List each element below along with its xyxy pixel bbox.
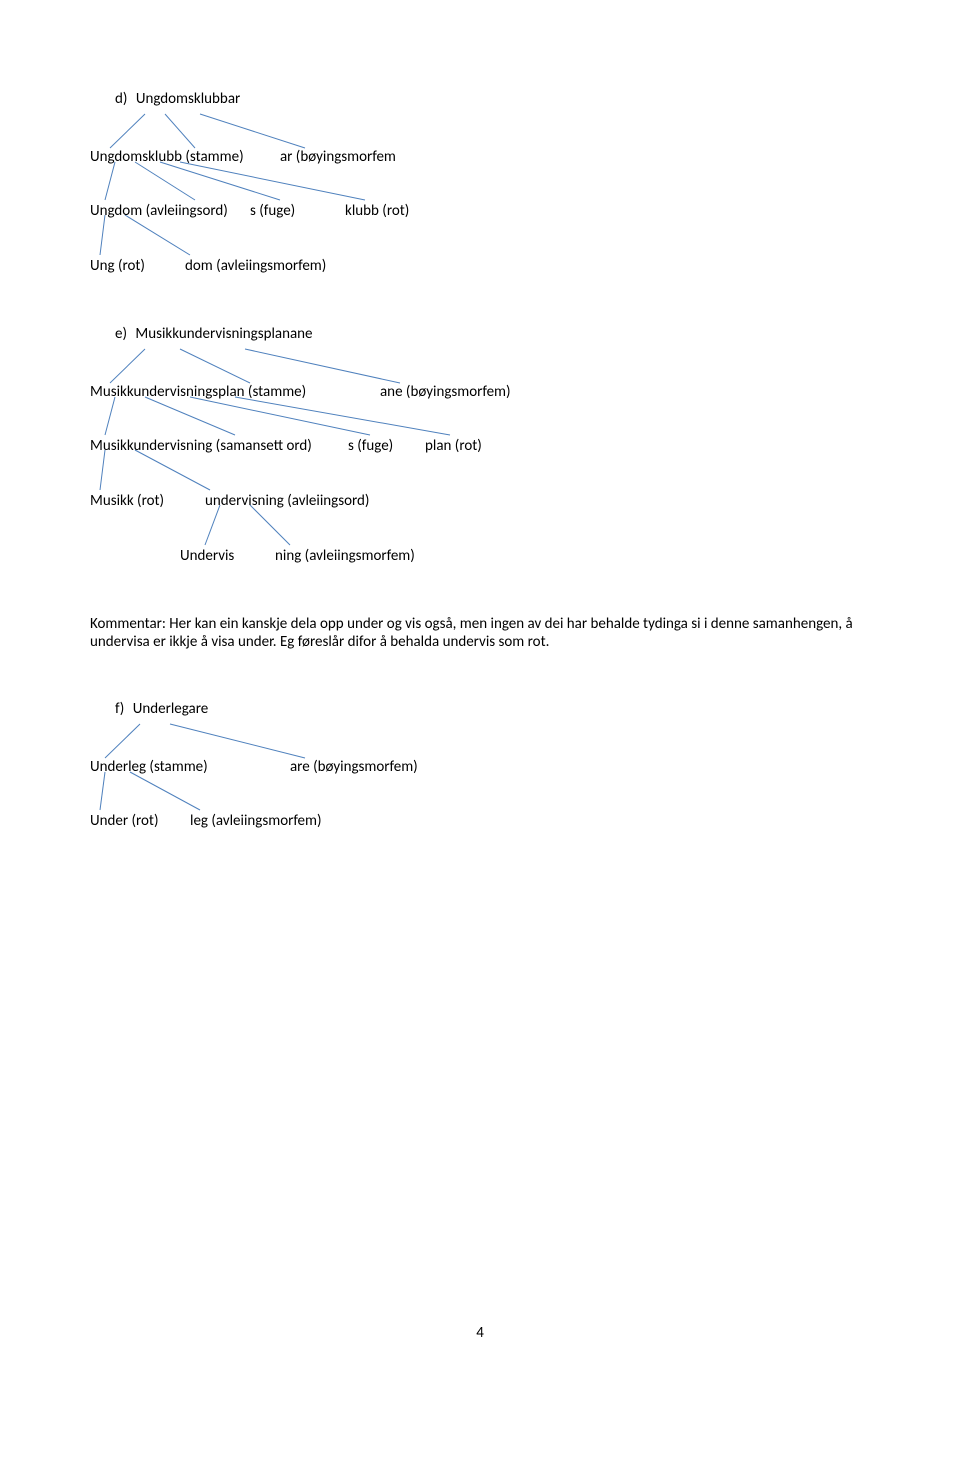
- e-level2-mid: s (fuge): [348, 437, 393, 455]
- e-level3-right: undervisning (avleiingsord): [205, 492, 369, 510]
- d-level2-left: Ungdom (avleiingsord): [90, 202, 228, 220]
- e-level1-right: ane (bøyingsmorfem): [380, 383, 511, 401]
- page-container: d) Ungdomsklubbar Ungdomsklubb (stamme) …: [90, 90, 870, 1392]
- d-level3-left: Ung (rot): [90, 257, 145, 275]
- d-level1-right: ar (bøyingsmorfem: [280, 148, 396, 166]
- title-e: Musikkundervisningsplanane: [135, 325, 312, 343]
- list-letter-e: e): [115, 325, 127, 343]
- title-d: Ungdomsklubbar: [136, 90, 240, 108]
- e-level3-left: Musikk (rot): [90, 492, 164, 510]
- f-level2-left: Under (rot): [90, 812, 159, 830]
- section-e-title: e) Musikkundervisningsplanane: [115, 325, 313, 343]
- list-letter-f: f): [115, 700, 124, 718]
- d-level2-mid: s (fuge): [250, 202, 295, 220]
- e-level2-right: plan (rot): [425, 437, 482, 455]
- d-level3-right: dom (avleiingsmorfem): [185, 257, 326, 275]
- section-d-title: d) Ungdomsklubbar: [115, 90, 240, 108]
- page-number: 4: [90, 1324, 870, 1342]
- f-level2-right: leg (avleiingsmorfem): [190, 812, 322, 830]
- comment-text: Kommentar: Her kan ein kanskje dela opp …: [90, 615, 870, 651]
- list-letter-d: d): [115, 90, 127, 108]
- f-level1-right: are (bøyingsmorfem): [290, 758, 418, 776]
- d-level2-right: klubb (rot): [345, 202, 409, 220]
- e-level1-left: Musikkundervisningsplan (stamme): [90, 383, 306, 401]
- title-f: Underlegare: [133, 700, 208, 718]
- e-level2-left: Musikkundervisning (samansett ord): [90, 437, 312, 455]
- diagram-d-lines: [90, 100, 870, 360]
- d-level1-left: Ungdomsklubb (stamme): [90, 148, 244, 166]
- e-level4-left: Undervis: [180, 547, 234, 565]
- diagram-f-lines: [90, 710, 870, 880]
- e-level4-right: ning (avleiingsmorfem): [275, 547, 415, 565]
- section-f-title: f) Underlegare: [115, 700, 208, 718]
- f-level1-left: Underleg (stamme): [90, 758, 208, 776]
